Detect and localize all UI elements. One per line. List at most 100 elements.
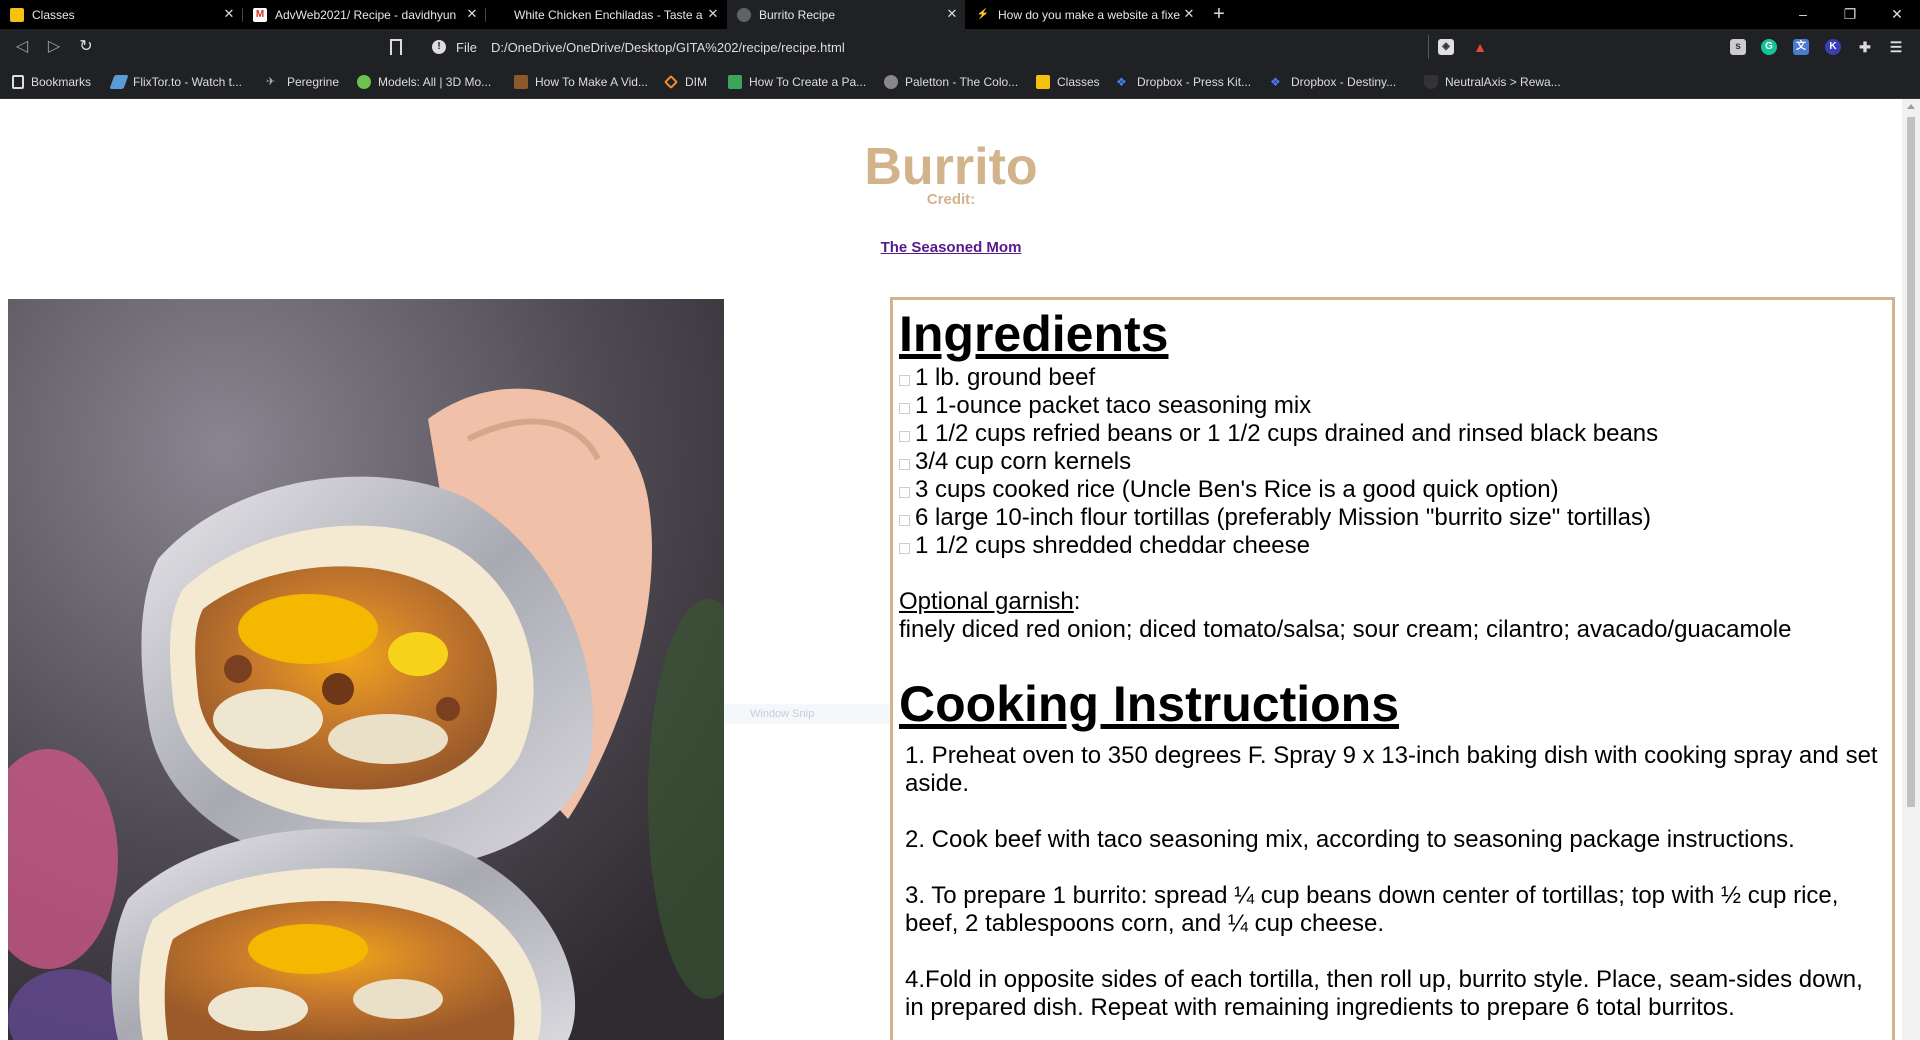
close-tab-icon[interactable]: ✕ — [706, 7, 720, 21]
tab-classes[interactable]: Classes ✕ — [0, 0, 242, 29]
instructions-heading: Cooking Instructions — [899, 676, 1399, 732]
list-item: 1 lb. ground beef — [899, 364, 1886, 392]
tab-title: How do you make a website a fixe — [998, 7, 1181, 22]
burrito-photo — [8, 299, 724, 1040]
brave-rewards-icon[interactable]: ▲ — [1472, 39, 1488, 55]
video-icon — [514, 75, 528, 89]
bookmark-item[interactable]: Bookmarks — [12, 73, 91, 91]
restore-button[interactable]: ❐ — [1827, 0, 1873, 29]
new-tab-button[interactable]: + — [1208, 3, 1230, 25]
bookmark-item[interactable]: NeutralAxis > Rewa... — [1424, 73, 1561, 91]
tab-white-chicken-enchiladas[interactable]: White Chicken Enchiladas - Taste a ✕ — [486, 0, 726, 29]
list-item: 1 1-ounce packet taco seasoning mix — [899, 392, 1886, 420]
browser-chrome: Classes ✕ M AdvWeb2021/ Recipe - davidhy… — [0, 0, 1920, 99]
shield-icon — [1424, 75, 1438, 89]
bookmark-item[interactable]: How To Create a Pa... — [728, 73, 866, 91]
bookmark-item[interactable]: ❖ Dropbox - Press Kit... — [1116, 73, 1251, 91]
peregrine-icon: ✈ — [266, 76, 276, 88]
k-extension-icon[interactable]: K — [1825, 39, 1841, 55]
checkbox[interactable] — [899, 486, 910, 498]
back-icon[interactable]: ◁ — [10, 36, 34, 58]
optional-garnish: Optional garnish: finely diced red onion… — [899, 588, 1886, 644]
tab-burrito-recipe[interactable]: Burrito Recipe ✕ — [727, 0, 965, 29]
instructions-list: 1. Preheat oven to 350 degrees F. Spray … — [899, 742, 1886, 1022]
models-icon — [357, 75, 371, 89]
flixtor-icon — [109, 75, 129, 89]
credit-label: Credit: — [926, 191, 976, 208]
info-icon[interactable]: ! — [432, 40, 446, 54]
window-snip-overlay: Window Snip — [724, 704, 890, 724]
checkbox[interactable] — [899, 542, 910, 554]
dim-icon — [663, 74, 679, 90]
gmail-icon: M — [253, 7, 267, 22]
close-tab-icon[interactable]: ✕ — [222, 7, 236, 21]
paletton-icon — [884, 75, 898, 89]
bookmark-item[interactable]: Paletton - The Colo... — [884, 73, 1018, 91]
dropbox-icon: ❖ — [1116, 75, 1127, 89]
list-item: 3 cups cooked rice (Uncle Ben's Rice is … — [899, 476, 1886, 504]
bookmark-item[interactable]: DIM — [663, 73, 707, 91]
menu-icon[interactable]: ☰ — [1888, 39, 1904, 55]
scrollbar-thumb[interactable] — [1907, 117, 1915, 807]
garnish-colon: : — [1073, 588, 1081, 615]
page-title: Burrito — [864, 138, 1038, 196]
credit-link-wrap: The Seasoned Mom — [0, 239, 1902, 256]
classroom-icon — [1036, 75, 1050, 89]
scroll-up-arrow-icon[interactable] — [1907, 104, 1915, 109]
list-item: 6 large 10-inch flour tortillas (prefera… — [899, 504, 1886, 532]
toolbar: ◁ ▷ ↻ ! File D:/OneDrive/OneDrive/Deskto… — [0, 29, 1920, 65]
bookmark-item[interactable]: Classes — [1036, 73, 1100, 91]
address-bar[interactable]: ! File D:/OneDrive/OneDrive/Desktop/GITA… — [420, 33, 1538, 61]
tab-title: Classes — [32, 7, 75, 22]
loading-icon: ⚡ — [976, 9, 990, 20]
palette-icon — [728, 75, 742, 89]
translate-icon[interactable]: 文 — [1793, 39, 1809, 55]
vertical-scrollbar[interactable] — [1902, 99, 1920, 1040]
list-item: 3/4 cup corn kernels — [899, 448, 1886, 476]
brave-shield-icon[interactable]: ◈ — [1438, 39, 1454, 55]
ingredients-list: 1 lb. ground beef 1 1-ounce packet taco … — [899, 364, 1886, 560]
bookmark-item[interactable]: ❖ Dropbox - Destiny... — [1270, 73, 1396, 91]
forward-icon[interactable]: ▷ — [42, 36, 66, 58]
minimize-button[interactable]: – — [1780, 0, 1826, 29]
extensions-puzzle-icon[interactable]: ✚ — [1857, 39, 1873, 55]
instruction-step: 2. Cook beef with taco seasoning mix, ac… — [905, 826, 1795, 853]
instruction-step: 3. To prepare 1 burrito: spread ¼ cup be… — [905, 882, 1839, 937]
ingredients-heading: Ingredients — [899, 306, 1169, 362]
credit-link[interactable]: The Seasoned Mom — [881, 239, 1022, 256]
url-text[interactable]: D:/OneDrive/OneDrive/Desktop/GITA%202/re… — [491, 40, 845, 55]
bookmark-item[interactable]: How To Make A Vid... — [514, 73, 648, 91]
instruction-step: 4.Fold in opposite sides of each tortill… — [905, 966, 1863, 1021]
tab-title: AdvWeb2021/ Recipe - davidhyun — [275, 7, 457, 22]
classroom-icon — [10, 7, 24, 22]
close-tab-icon[interactable]: ✕ — [465, 7, 479, 21]
garnish-label: Optional garnish — [899, 588, 1074, 615]
bookmarks-icon — [12, 75, 24, 89]
bookmark-item[interactable]: FlixTor.to - Watch t... — [109, 73, 242, 91]
checkbox[interactable] — [899, 430, 910, 442]
instruction-step: 1. Preheat oven to 350 degrees F. Spray … — [905, 742, 1878, 797]
bookmarks-bar: Bookmarks FlixTor.to - Watch t... ✈ Pereg… — [0, 65, 1920, 99]
extension-icon[interactable]: s — [1730, 39, 1746, 55]
tab-strip: Classes ✕ M AdvWeb2021/ Recipe - davidhy… — [0, 0, 1920, 29]
bookmark-item[interactable]: Models: All | 3D Mo... — [357, 73, 491, 91]
protocol-label: File — [456, 39, 477, 55]
bookmark-page-icon[interactable] — [390, 39, 402, 55]
checkbox[interactable] — [899, 514, 910, 526]
checkbox[interactable] — [899, 458, 910, 470]
tab-fixed-website-question[interactable]: ⚡ How do you make a website a fixe ✕ — [966, 0, 1202, 29]
list-item: 1 1/2 cups refried beans or 1 1/2 cups d… — [899, 420, 1886, 448]
list-item: 1 1/2 cups shredded cheddar cheese — [899, 532, 1886, 560]
tab-title: Burrito Recipe — [759, 7, 836, 22]
close-window-button[interactable]: ✕ — [1874, 0, 1920, 29]
checkbox[interactable] — [899, 374, 910, 386]
close-tab-icon[interactable]: ✕ — [1182, 7, 1196, 21]
bookmark-item[interactable]: ✈ Peregrine — [266, 73, 339, 91]
reload-icon[interactable]: ↻ — [74, 36, 98, 58]
checkbox[interactable] — [899, 402, 910, 414]
dropbox-icon: ❖ — [1270, 75, 1281, 89]
tab-advweb-recipe[interactable]: M AdvWeb2021/ Recipe - davidhyun ✕ — [243, 0, 485, 29]
garnish-text: finely diced red onion; diced tomato/sal… — [899, 616, 1792, 643]
grammarly-icon[interactable]: G — [1761, 39, 1777, 55]
close-tab-icon[interactable]: ✕ — [945, 7, 959, 21]
